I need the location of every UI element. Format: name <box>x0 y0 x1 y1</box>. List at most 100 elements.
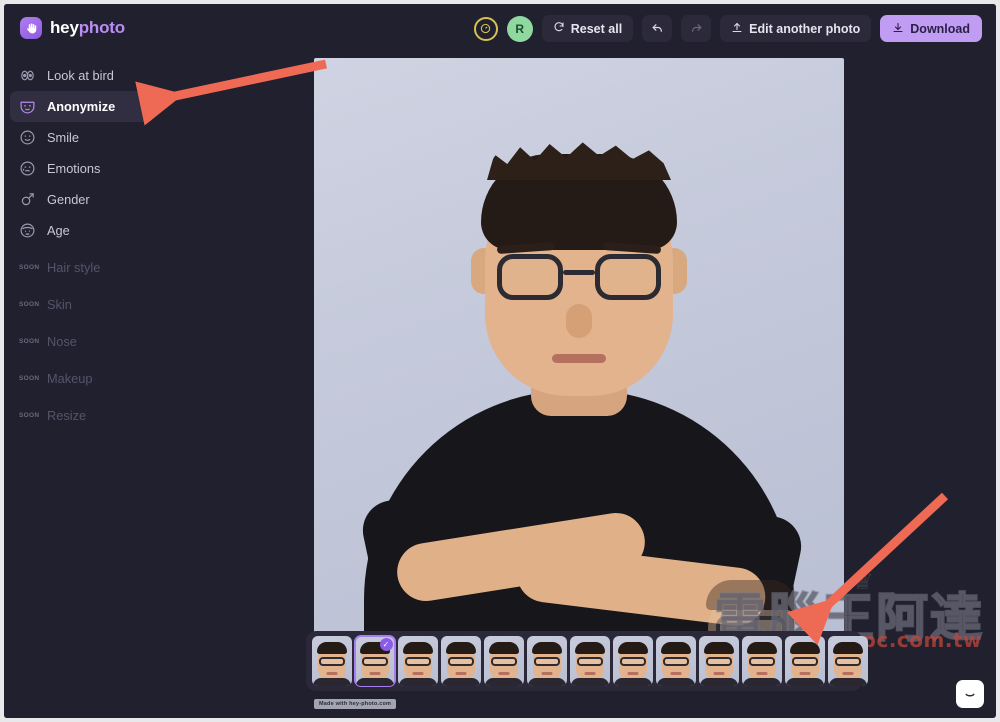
coin-icon[interactable] <box>473 16 498 41</box>
variant-thumbnail[interactable] <box>526 636 567 686</box>
photo-glasses <box>497 254 661 300</box>
top-toolbar: heyphoto R Reset all Edit another photo … <box>4 4 996 52</box>
thumb-hair <box>789 642 820 654</box>
upload-icon <box>731 21 743 37</box>
soon-badge: SOON <box>19 338 40 345</box>
photo-hair <box>481 154 677 250</box>
thumb-hair <box>617 642 648 654</box>
thumb-body <box>656 678 695 686</box>
thumb-glasses <box>490 657 517 666</box>
sidebar-item-label: Age <box>47 223 70 238</box>
variant-thumbnail[interactable] <box>827 636 868 686</box>
gender-icon <box>19 191 36 208</box>
thumb-body <box>699 678 738 686</box>
thumb-hair <box>316 642 347 654</box>
toolbar-actions: R Reset all Edit another photo Download <box>473 15 982 42</box>
variant-thumbnail[interactable] <box>698 636 739 686</box>
avatar[interactable]: R <box>506 15 533 42</box>
sidebar-item-label: Smile <box>47 130 79 145</box>
thumb-body <box>527 678 566 686</box>
thumb-mouth <box>412 672 423 675</box>
soon-badge: SOON <box>19 375 40 382</box>
thumb-hair <box>402 642 433 654</box>
thumb-body <box>785 678 824 686</box>
sidebar-item-smile[interactable]: Smile <box>10 122 154 153</box>
eyes-icon <box>19 67 36 84</box>
variant-thumbnail[interactable] <box>612 636 653 686</box>
thumb-body <box>828 678 867 686</box>
thumb-glasses <box>705 657 732 666</box>
photo-nose <box>566 304 592 338</box>
sidebar-item-gender[interactable]: Gender <box>10 184 154 215</box>
crying-face-icon <box>19 160 36 177</box>
thumb-glasses <box>533 657 560 666</box>
made-with-watermark: Made with hey-photo.com <box>314 699 397 709</box>
heyphoto-app-window: heyphoto R Reset all Edit another photo … <box>4 4 996 718</box>
variant-thumbnail[interactable] <box>483 636 524 686</box>
sidebar-item-label: Skin <box>47 297 72 312</box>
variant-thumbnail[interactable] <box>397 636 438 686</box>
smiley-icon <box>19 129 36 146</box>
thumb-body <box>484 678 523 686</box>
logo-wordmark: heyphoto <box>50 18 125 38</box>
variant-thumbnail[interactable] <box>569 636 610 686</box>
variant-thumbnail[interactable] <box>440 636 481 686</box>
variant-thumbnail-strip[interactable]: ✓ <box>306 631 868 691</box>
variant-thumbnail[interactable] <box>741 636 782 686</box>
thumb-mouth <box>369 672 380 675</box>
logo-photo: photo <box>78 18 125 37</box>
thumb-hair <box>660 642 691 654</box>
thumb-mouth <box>670 672 681 675</box>
sidebar-item-age[interactable]: Age <box>10 215 154 246</box>
thumb-glasses <box>361 657 388 666</box>
main-photo[interactable] <box>314 58 844 690</box>
reset-all-label: Reset all <box>570 21 623 36</box>
sidebar-item-look-at-bird[interactable]: Look at bird <box>10 60 154 91</box>
sidebar-item-makeup: SOON Makeup <box>10 363 154 394</box>
redo-button[interactable] <box>681 15 712 42</box>
thumb-hair <box>574 642 605 654</box>
thumb-hair <box>445 642 476 654</box>
mask-icon <box>19 98 36 115</box>
thumb-mouth <box>498 672 509 675</box>
sidebar-item-nose: SOON Nose <box>10 326 154 357</box>
variant-thumbnail[interactable] <box>655 636 696 686</box>
thumb-glasses <box>447 657 474 666</box>
redo-arrow-icon <box>690 21 703 37</box>
sidebar-item-emotions[interactable]: Emotions <box>10 153 154 184</box>
thumb-glasses <box>318 657 345 666</box>
old-face-icon <box>19 222 36 239</box>
edit-another-photo-button[interactable]: Edit another photo <box>720 15 872 42</box>
sidebar-item-label: Anonymize <box>47 99 116 114</box>
thumb-body <box>441 678 480 686</box>
thumb-body <box>570 678 609 686</box>
sidebar-item-anonymize[interactable]: Anonymize <box>10 91 154 122</box>
thumb-glasses <box>662 657 689 666</box>
soon-badge: SOON <box>19 412 40 419</box>
wave-hand-icon <box>20 17 42 39</box>
thumb-mouth <box>713 672 724 675</box>
thumb-mouth <box>455 672 466 675</box>
undo-button[interactable] <box>642 15 673 42</box>
variant-thumbnail[interactable] <box>311 636 352 686</box>
download-label: Download <box>910 21 970 36</box>
thumb-hair <box>531 642 562 654</box>
thumb-body <box>742 678 781 686</box>
variant-selected-check-icon: ✓ <box>379 638 393 651</box>
thumb-mouth <box>541 672 552 675</box>
app-logo[interactable]: heyphoto <box>20 17 125 39</box>
thumb-hair <box>832 642 863 654</box>
edit-another-photo-label: Edit another photo <box>749 21 861 36</box>
chat-bubble-icon[interactable] <box>956 680 984 708</box>
soon-badge: SOON <box>19 264 40 271</box>
sidebar-item-skin: SOON Skin <box>10 289 154 320</box>
variant-thumbnail[interactable]: ✓ <box>353 635 396 687</box>
reset-circle-icon <box>553 21 565 36</box>
variant-thumbnail[interactable] <box>784 636 825 686</box>
photo-lens-right <box>595 254 661 300</box>
reset-all-button[interactable]: Reset all <box>541 15 634 42</box>
thumb-mouth <box>326 672 337 675</box>
sidebar-item-label: Nose <box>47 334 77 349</box>
logo-hey: hey <box>50 18 79 37</box>
download-button[interactable]: Download <box>880 15 982 42</box>
